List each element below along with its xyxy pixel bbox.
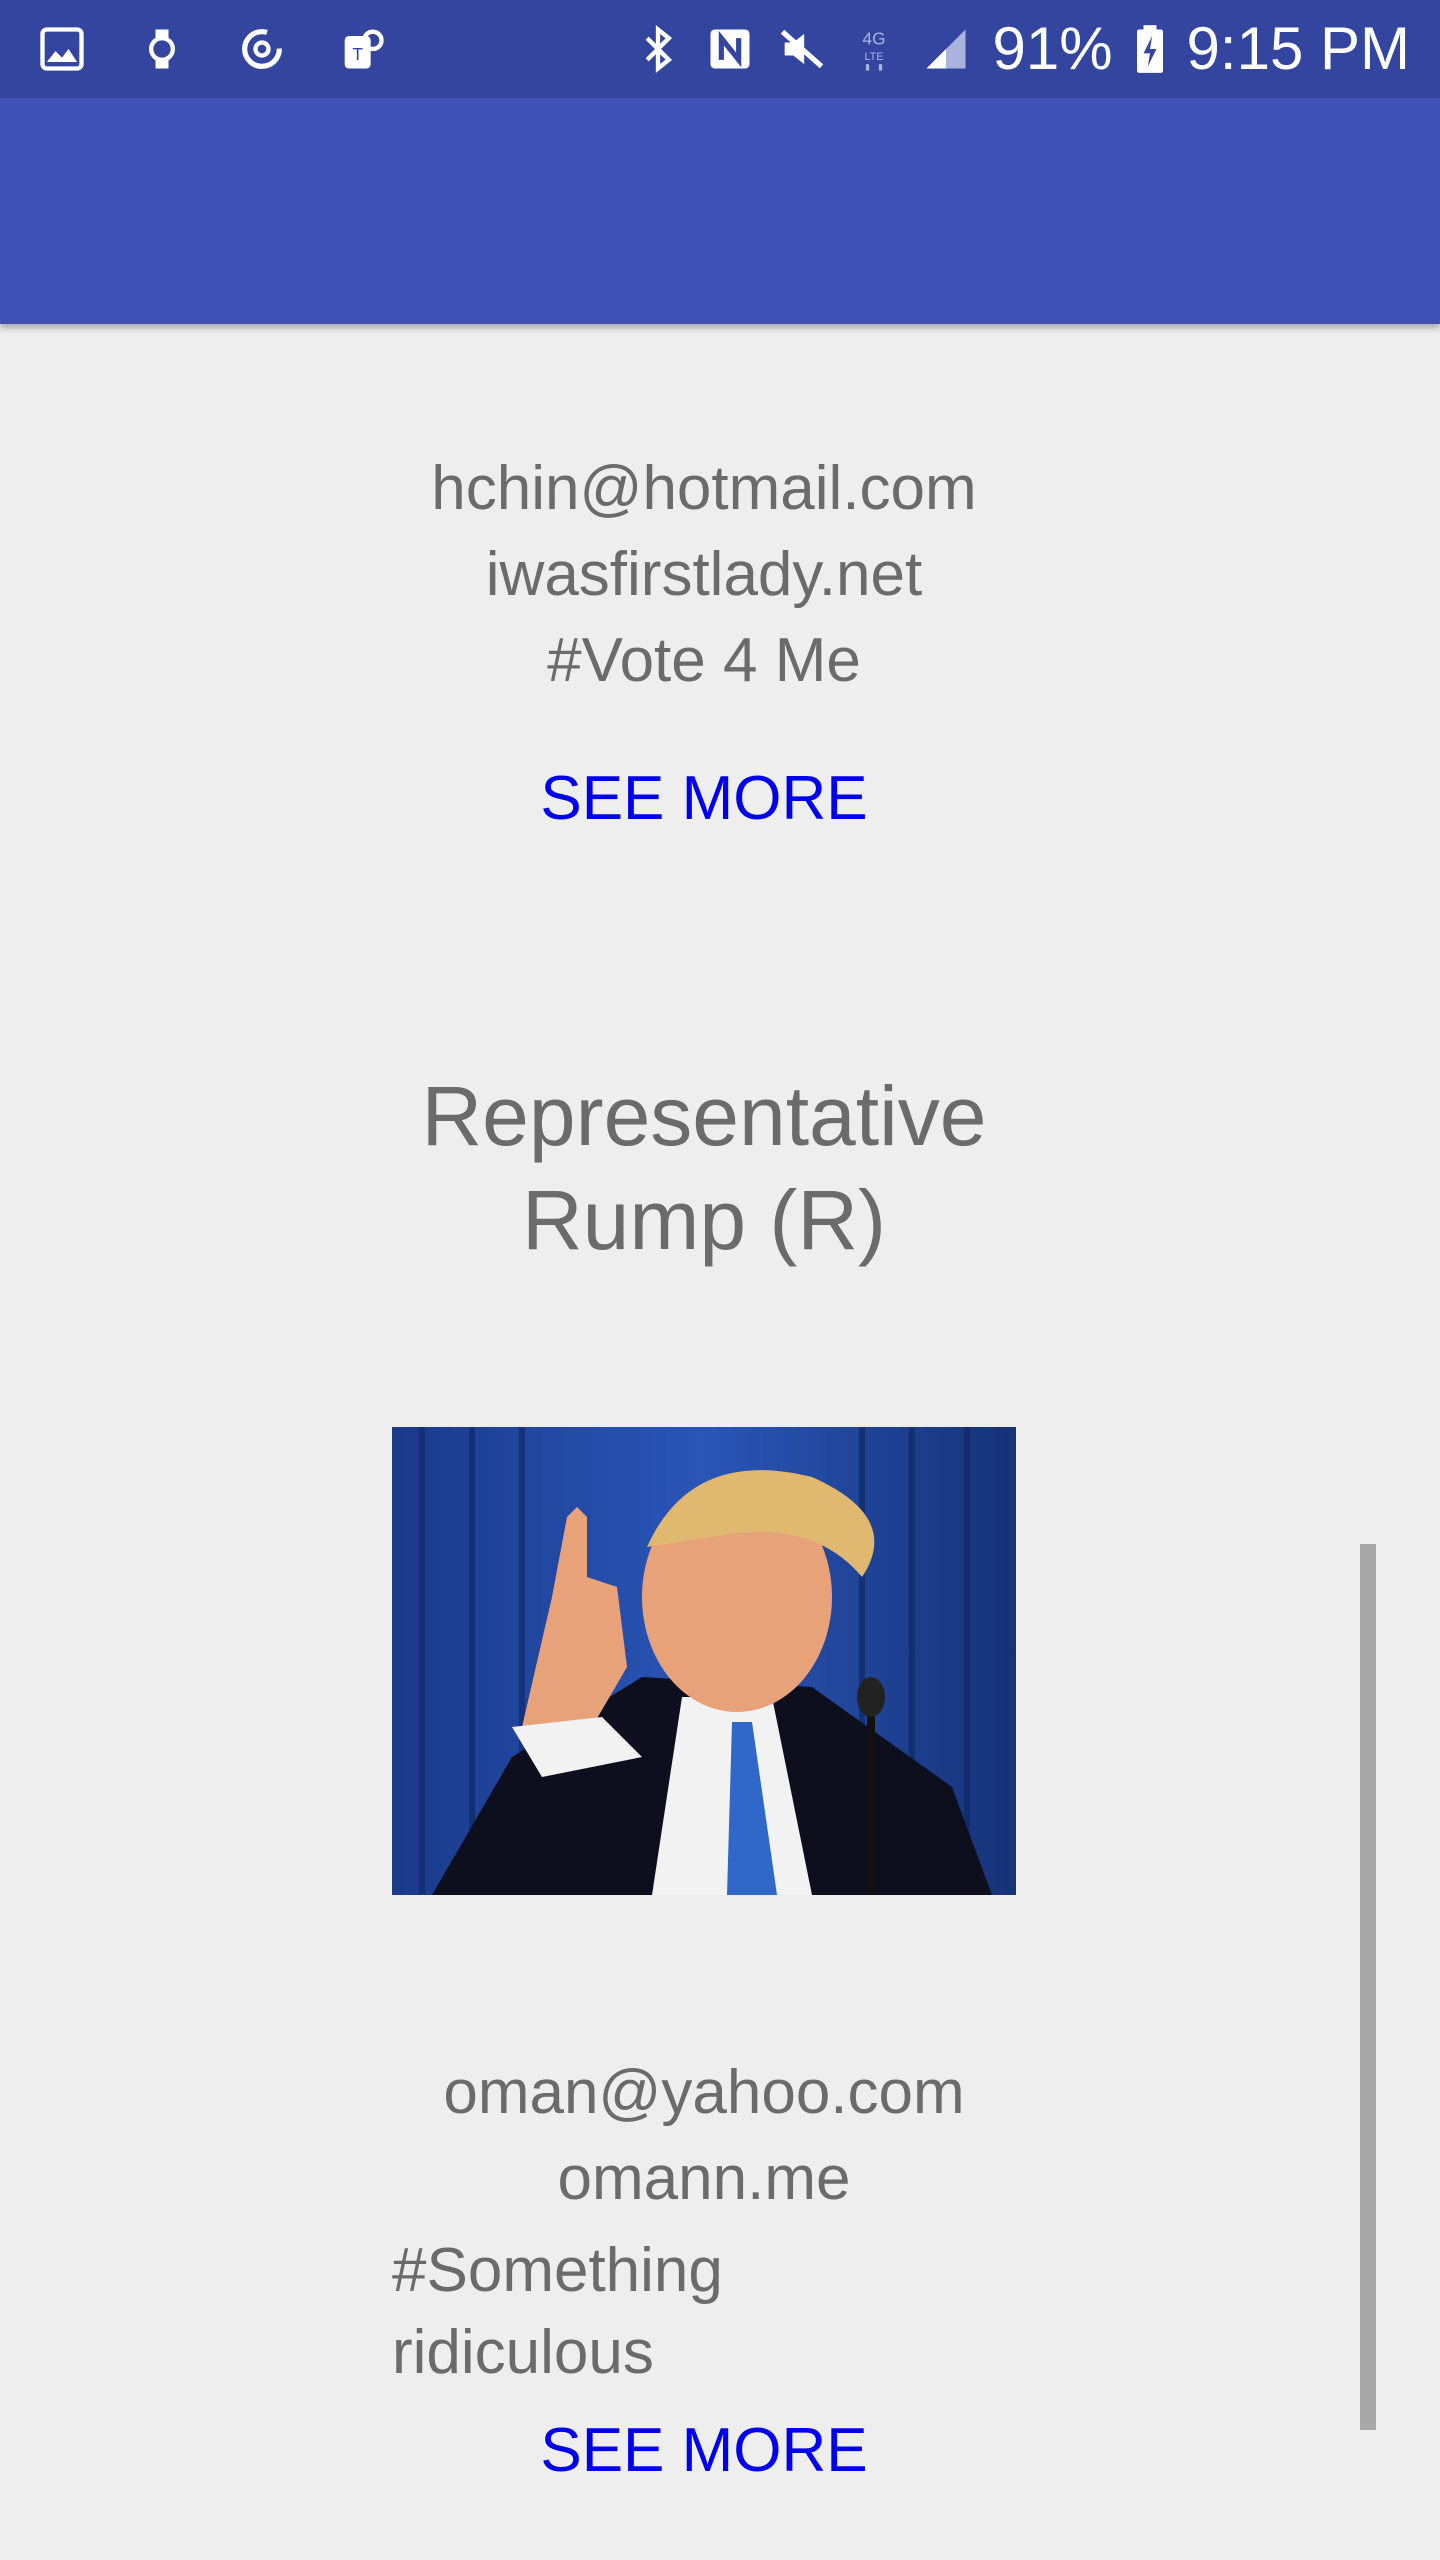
status-bar: T 4G LTE 91% 9:15 PM — [0, 0, 1440, 98]
sync-icon — [236, 23, 288, 75]
svg-text:LTE: LTE — [865, 51, 884, 63]
scrollbar[interactable] — [1360, 1544, 1376, 2430]
carrier-app-icon: T — [336, 23, 388, 75]
svg-text:4G: 4G — [863, 29, 886, 49]
hashtag-text: #Vote 4 Me — [547, 626, 861, 695]
signal-icon — [920, 23, 972, 75]
representative-name-line1: Representative — [421, 1069, 987, 1163]
website-text: omann.me — [557, 2144, 851, 2213]
hashtag-text: #Something ridiculous — [392, 2236, 723, 2387]
see-more-link[interactable]: SEE MORE — [0, 2408, 1408, 2494]
see-more-link[interactable]: SEE MORE — [0, 756, 1408, 842]
4g-lte-icon: 4G LTE — [848, 23, 900, 75]
watch-icon — [136, 23, 188, 75]
status-bar-right: 4G LTE 91% 9:15 PM — [632, 0, 1410, 98]
representative-photo — [392, 1427, 1016, 1895]
website-text: iwasfirstlady.net — [485, 540, 923, 609]
svg-text:T: T — [352, 44, 363, 64]
battery-percentage: 91% — [992, 15, 1113, 82]
mute-icon — [776, 23, 828, 75]
app-bar — [0, 98, 1440, 324]
email-text: hchin@hotmail.com — [431, 454, 977, 523]
gallery-icon — [36, 23, 88, 75]
representative-name-line2: Rump (R) — [521, 1173, 886, 1267]
candidate-list[interactable]: hchin@hotmail.com iwasfirstlady.net #Vot… — [0, 324, 1440, 2500]
battery-charging-icon — [1133, 23, 1167, 75]
clock: 9:15 PM — [1186, 15, 1410, 82]
nfc-icon — [704, 23, 756, 75]
email-text: oman@yahoo.com — [443, 2058, 965, 2127]
bluetooth-icon — [632, 23, 684, 75]
status-bar-left: T — [36, 0, 388, 98]
politician-photo-image — [392, 1427, 1016, 1895]
